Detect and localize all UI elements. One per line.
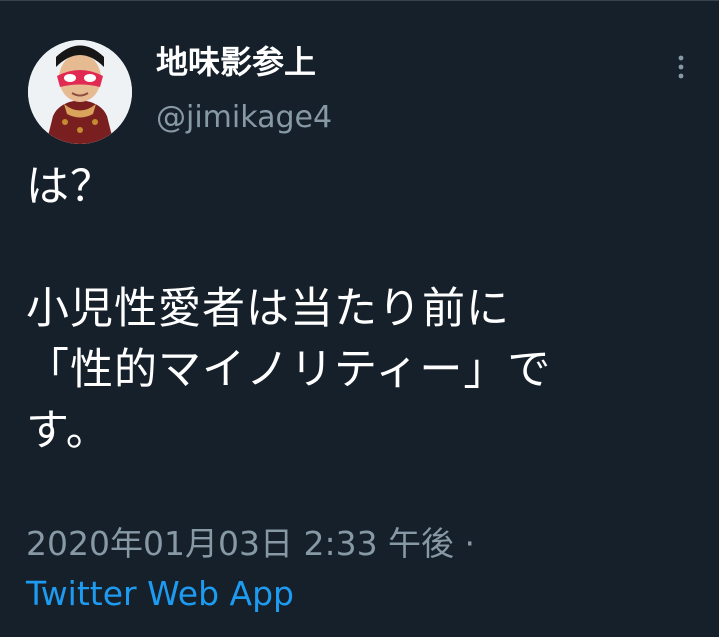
- avatar[interactable]: [28, 40, 132, 144]
- divider: [0, 0, 719, 1]
- tweet-timestamp[interactable]: 2020年01月03日 2:33 午後 ·: [26, 522, 475, 566]
- tweet-card: 地味影参上 @jimikage4 は？ 小児性愛者は当たり前に 「性的マイノリテ…: [0, 0, 719, 637]
- more-options-icon[interactable]: [664, 50, 698, 84]
- tweet-text: は？ 小児性愛者は当たり前に 「性的マイノリティー」で す。: [26, 162, 552, 456]
- tweet-source-link[interactable]: Twitter Web App: [26, 572, 294, 616]
- avatar-icon: [28, 40, 132, 144]
- author-name[interactable]: 地味影参上: [156, 42, 316, 82]
- author-handle[interactable]: @jimikage4: [156, 98, 332, 138]
- vertical-ellipsis-icon: [678, 55, 684, 79]
